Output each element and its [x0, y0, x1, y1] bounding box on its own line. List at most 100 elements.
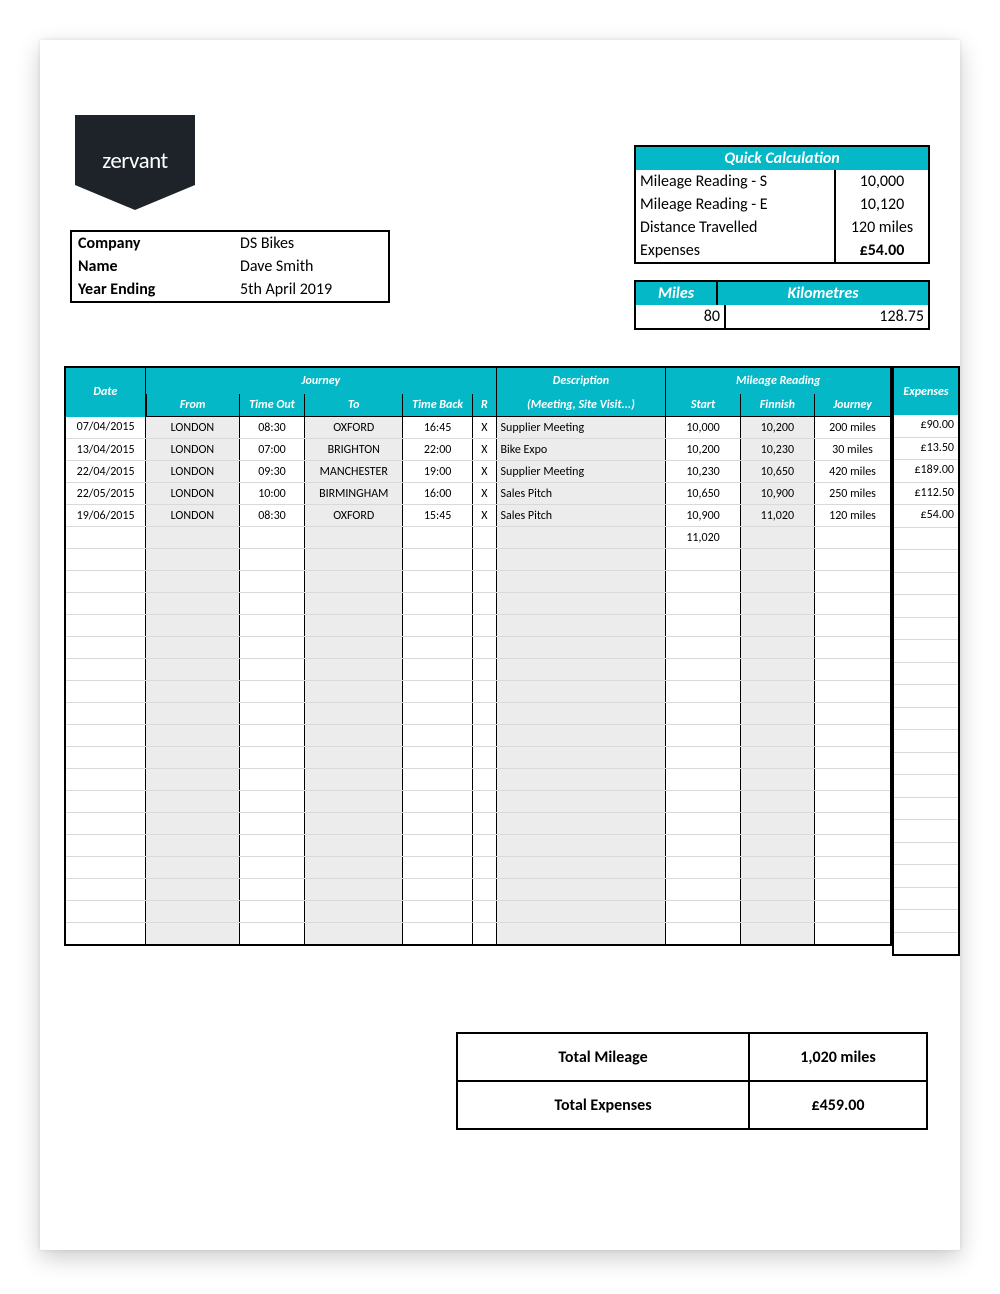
table-cell: 08:30 [239, 505, 305, 527]
table-cell [473, 571, 496, 593]
table-cell [305, 681, 403, 703]
table-cell: BRIGHTON [305, 439, 403, 461]
table-cell [740, 857, 814, 879]
table-cell: X [473, 483, 496, 505]
miles-header: Miles [636, 282, 716, 305]
table-cell [239, 637, 305, 659]
table-cell [473, 901, 496, 923]
table-cell: Sales Pitch [496, 483, 666, 505]
table-cell [496, 615, 666, 637]
unit-conversion-box: Miles Kilometres 80 128.75 [634, 280, 930, 330]
expense-cell: . [894, 775, 958, 798]
table-cell [666, 725, 740, 747]
table-cell: 10,650 [666, 483, 740, 505]
table-row [65, 747, 891, 769]
table-cell [496, 593, 666, 615]
table-row [65, 571, 891, 593]
table-row [65, 593, 891, 615]
table-cell [740, 615, 814, 637]
table-cell [666, 681, 740, 703]
expense-cell: . [894, 618, 958, 641]
mileage-end-label: Mileage Reading - E [636, 193, 834, 216]
expense-cell: . [894, 685, 958, 708]
table-cell [305, 571, 403, 593]
total-mileage-label: Total Mileage [458, 1048, 748, 1067]
expense-cell: £112.50 [894, 483, 958, 506]
table-cell [666, 703, 740, 725]
expense-cell: £189.00 [894, 460, 958, 483]
table-cell [305, 857, 403, 879]
table-cell [65, 879, 146, 901]
table-cell [815, 703, 892, 725]
table-cell: LONDON [146, 439, 239, 461]
table-cell [146, 879, 239, 901]
company-value: DS Bikes [234, 232, 388, 255]
year-ending-value: 5th April 2019 [234, 278, 388, 301]
expense-cell: . [894, 753, 958, 776]
table-cell [666, 769, 740, 791]
table-cell: MANCHESTER [305, 461, 403, 483]
expense-cell: . [894, 843, 958, 866]
table-cell [65, 747, 146, 769]
table-row: 07/04/2015LONDON08:30OXFORD16:45XSupplie… [65, 417, 891, 439]
table-cell [146, 725, 239, 747]
table-cell [496, 637, 666, 659]
table-cell [305, 769, 403, 791]
table-cell [305, 637, 403, 659]
table-cell [305, 527, 403, 549]
table-cell: X [473, 439, 496, 461]
table-cell: 30 miles [815, 439, 892, 461]
table-cell [305, 835, 403, 857]
table-cell [496, 857, 666, 879]
col-to: To [305, 394, 403, 417]
table-cell [740, 527, 814, 549]
page: zervant Company DS Bikes Name Dave Smith… [40, 40, 960, 1250]
table-row [65, 637, 891, 659]
kilometres-header: Kilometres [716, 282, 928, 305]
expense-cell: . [894, 888, 958, 911]
table-cell [666, 615, 740, 637]
table-cell [403, 593, 473, 615]
table-cell: LONDON [146, 505, 239, 527]
quick-calculation-title: Quick Calculation [636, 147, 928, 170]
table-cell [815, 681, 892, 703]
table-cell [496, 725, 666, 747]
table-row [65, 681, 891, 703]
table-cell [239, 571, 305, 593]
table-cell [815, 549, 892, 571]
table-cell [305, 813, 403, 835]
table-cell [305, 593, 403, 615]
table-row [65, 703, 891, 725]
table-row [65, 857, 891, 879]
table-cell [740, 593, 814, 615]
table-cell [65, 857, 146, 879]
expenses-label: Expenses [636, 239, 834, 262]
table-cell: 10,900 [740, 483, 814, 505]
table-cell [740, 879, 814, 901]
table-cell [403, 703, 473, 725]
table-cell [496, 703, 666, 725]
table-cell [815, 791, 892, 813]
table-cell [65, 791, 146, 813]
expense-cell: . [894, 910, 958, 933]
table-cell [65, 659, 146, 681]
expense-cell: . [894, 550, 958, 573]
table-cell: X [473, 461, 496, 483]
table-cell [815, 527, 892, 549]
table-cell: 16:45 [403, 417, 473, 439]
table-cell [239, 791, 305, 813]
table-cell [146, 549, 239, 571]
table-cell [146, 637, 239, 659]
table-cell [815, 769, 892, 791]
table-cell [146, 593, 239, 615]
table-cell [740, 703, 814, 725]
table-cell: X [473, 505, 496, 527]
mileage-start-value: 10,000 [834, 170, 928, 193]
table-cell: OXFORD [305, 505, 403, 527]
expense-cell: . [894, 865, 958, 888]
table-cell [403, 571, 473, 593]
table-cell: 10,650 [740, 461, 814, 483]
table-row [65, 879, 891, 901]
expense-cell: . [894, 820, 958, 843]
expense-cell: . [894, 933, 958, 955]
